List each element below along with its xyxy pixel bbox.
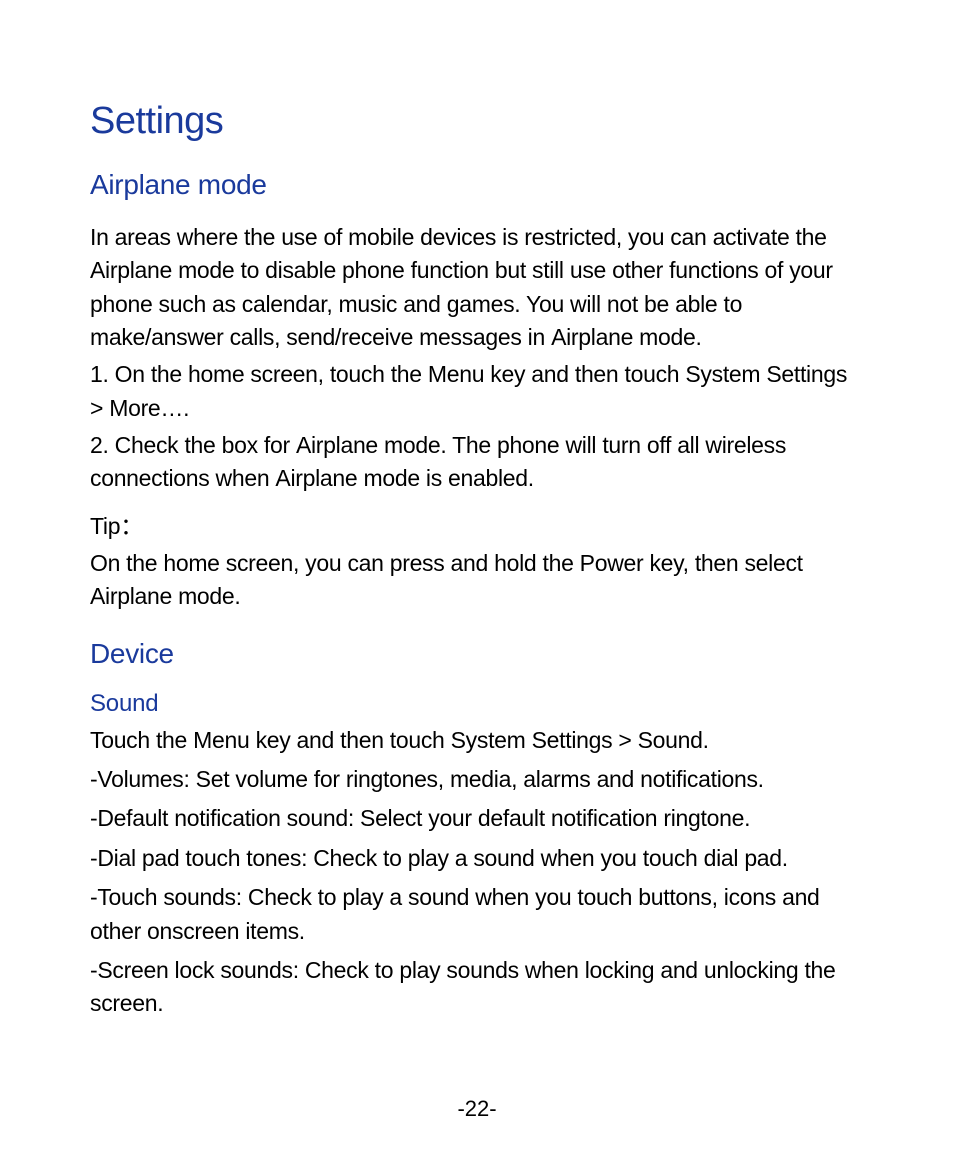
bold-power: Power — [580, 550, 644, 576]
bold-airplane-mode: Airplane mode — [90, 583, 234, 609]
page-number: -22- — [0, 1096, 954, 1122]
sound-item-volumes: -Volumes: Set volume for ringtones, medi… — [90, 763, 864, 796]
text: key and then touch — [484, 361, 685, 387]
tip-label-text: Tip： — [90, 513, 143, 539]
text: . — [183, 395, 189, 421]
sound-item-default-notification: -Default notification sound: Select your… — [90, 802, 864, 835]
text: Touch the — [90, 727, 193, 753]
text: 1. On the home screen, touch the — [90, 361, 428, 387]
bold-airplane-mode: Airplane mode — [90, 257, 234, 283]
sound-item-dial-pad: -Dial pad touch tones: Check to play a s… — [90, 842, 864, 875]
text: On the home screen, you can press and ho… — [90, 550, 580, 576]
bold-volumes: Volumes — [97, 766, 183, 792]
bold-touch-sounds: Touch sounds — [97, 884, 235, 910]
airplane-intro: In areas where the use of mobile devices… — [90, 221, 864, 354]
text: is enabled. — [420, 465, 534, 491]
text: . — [234, 583, 240, 609]
text: key, then select — [643, 550, 802, 576]
bold-menu: Menu — [428, 361, 484, 387]
text: : Check to play a sound when you touch d… — [301, 845, 788, 871]
section-device: Device Sound Touch the Menu key and then… — [90, 638, 864, 1021]
text: 2. Check the box for — [90, 432, 296, 458]
text: key and then touch — [249, 727, 450, 753]
page-title: Settings — [90, 100, 864, 143]
bold-airplane-mode: Airplane mode — [296, 432, 440, 458]
bold-airplane-mode: Airplane mode — [551, 324, 695, 350]
heading-device: Device — [90, 638, 864, 670]
text: : Select your default notification ringt… — [348, 805, 750, 831]
tip-label: Tip： — [90, 510, 864, 543]
sound-item-touch-sounds: -Touch sounds: Check to play a sound whe… — [90, 881, 864, 948]
sound-intro: Touch the Menu key and then touch System… — [90, 724, 864, 757]
text: In areas where the use of mobile devices… — [90, 224, 827, 250]
tip-block: Tip： On the home screen, you can press a… — [90, 510, 864, 614]
sound-item-screen-lock: -Screen lock sounds: Check to play sound… — [90, 954, 864, 1021]
text: : Set volume for ringtones, media, alarm… — [183, 766, 763, 792]
airplane-step-1: 1. On the home screen, touch the Menu ke… — [90, 358, 864, 425]
bold-default-notification-sound: Default notification sound — [97, 805, 347, 831]
section-airplane-mode: Airplane mode In areas where the use of … — [90, 169, 864, 614]
bold-airplane-mode: Airplane mode — [275, 465, 419, 491]
airplane-step-2: 2. Check the box for Airplane mode. The … — [90, 429, 864, 496]
bold-dial-pad-touch-tones: Dial pad touch tones — [97, 845, 301, 871]
text: . — [696, 324, 702, 350]
bold-screen-lock-sounds: Screen lock sounds — [97, 957, 292, 983]
tip-body: On the home screen, you can press and ho… — [90, 547, 864, 614]
heading-airplane-mode: Airplane mode — [90, 169, 864, 201]
bold-system-settings-sound: System Settings > Sound — [451, 727, 703, 753]
text: . — [703, 727, 709, 753]
heading-sound: Sound — [90, 690, 864, 718]
bold-menu: Menu — [193, 727, 249, 753]
